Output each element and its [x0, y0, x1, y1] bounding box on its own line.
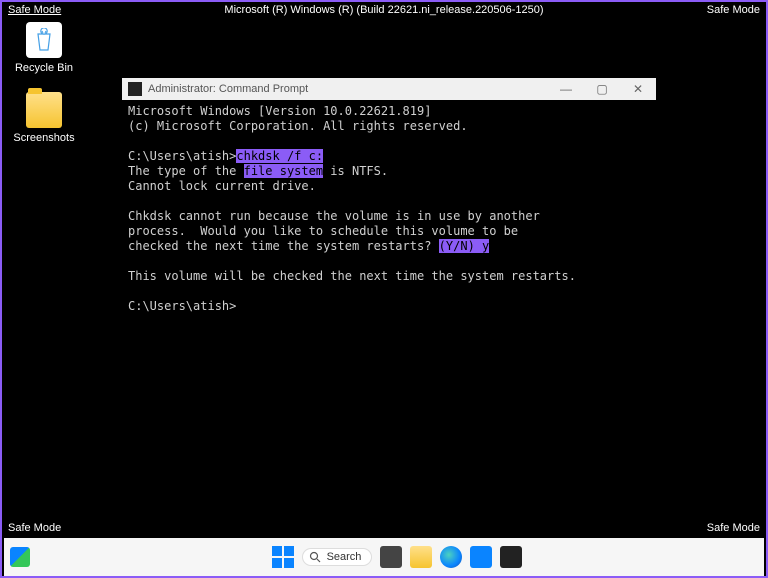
- prompt-1: C:\Users\atish>: [128, 149, 236, 163]
- edge-icon[interactable]: [440, 546, 462, 568]
- file-explorer-icon[interactable]: [410, 546, 432, 568]
- copyright-line: (c) Microsoft Corporation. All rights re…: [128, 119, 468, 133]
- recycle-bin-glyph: [26, 22, 62, 58]
- prompt-2: C:\Users\atish>: [128, 299, 236, 313]
- cmd-app-icon: [128, 82, 142, 96]
- busy-line-3a: checked the next time the system restart…: [128, 239, 439, 253]
- yn-highlight: (Y/N) y: [439, 239, 490, 253]
- screenshots-label: Screenshots: [13, 132, 74, 144]
- task-view-icon[interactable]: [380, 546, 402, 568]
- version-line: Microsoft Windows [Version 10.0.22621.81…: [128, 104, 431, 118]
- safe-mode-top-left: Safe Mode: [8, 4, 61, 16]
- window-titlebar[interactable]: Administrator: Command Prompt — ▢ ✕: [122, 78, 656, 100]
- widgets-button[interactable]: [10, 547, 30, 567]
- window-title: Administrator: Command Prompt: [148, 83, 548, 95]
- scheduled-line: This volume will be checked the next tim…: [128, 269, 576, 283]
- store-icon[interactable]: [470, 546, 492, 568]
- busy-line-2: process. Would you like to schedule this…: [128, 224, 518, 238]
- search-label: Search: [327, 551, 362, 563]
- folder-glyph: [26, 92, 62, 128]
- fs-line-b: is NTFS.: [323, 164, 388, 178]
- screenshots-folder-icon[interactable]: Screenshots: [12, 92, 76, 144]
- minimize-button[interactable]: —: [548, 82, 584, 96]
- fs-line-a: The type of the: [128, 164, 244, 178]
- recycle-bin-icon[interactable]: Recycle Bin: [12, 22, 76, 74]
- fs-line-highlight: file system: [244, 164, 323, 178]
- close-button[interactable]: ✕: [620, 82, 656, 96]
- search-icon: [309, 551, 321, 563]
- safe-mode-bottom-right: Safe Mode: [707, 522, 760, 534]
- build-info: Microsoft (R) Windows (R) (Build 22621.n…: [224, 4, 543, 16]
- lock-line: Cannot lock current drive.: [128, 179, 316, 193]
- safe-mode-top-right: Safe Mode: [707, 4, 760, 16]
- recycle-bin-label: Recycle Bin: [15, 62, 73, 74]
- command-prompt-window[interactable]: Administrator: Command Prompt — ▢ ✕ Micr…: [122, 78, 656, 434]
- terminal-icon[interactable]: [500, 546, 522, 568]
- start-button[interactable]: [272, 546, 294, 568]
- chkdsk-command: chkdsk /f c:: [236, 149, 323, 163]
- terminal-body[interactable]: Microsoft Windows [Version 10.0.22621.81…: [122, 100, 656, 434]
- safe-mode-bottom-left: Safe Mode: [8, 522, 61, 534]
- maximize-button[interactable]: ▢: [584, 82, 620, 96]
- search-button[interactable]: Search: [302, 548, 373, 566]
- busy-line-1: Chkdsk cannot run because the volume is …: [128, 209, 540, 223]
- taskbar[interactable]: Search: [4, 538, 764, 576]
